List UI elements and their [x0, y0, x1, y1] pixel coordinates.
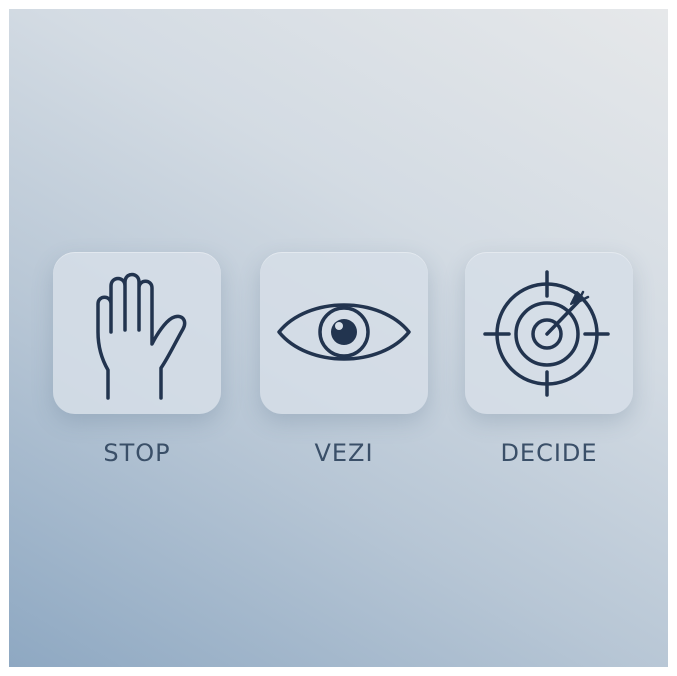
decide-tile: [465, 252, 633, 414]
vezi-tile: [260, 252, 428, 414]
vezi-label: VEZI: [314, 439, 374, 467]
eye-icon: [277, 303, 411, 361]
target-icon: [483, 270, 610, 397]
stop-tile: [53, 252, 221, 414]
hand-stop-icon: [96, 272, 187, 400]
background-panel: STOP VEZI DECIDE: [9, 9, 668, 667]
stop-label: STOP: [103, 439, 171, 467]
decide-label: DECIDE: [500, 439, 598, 467]
